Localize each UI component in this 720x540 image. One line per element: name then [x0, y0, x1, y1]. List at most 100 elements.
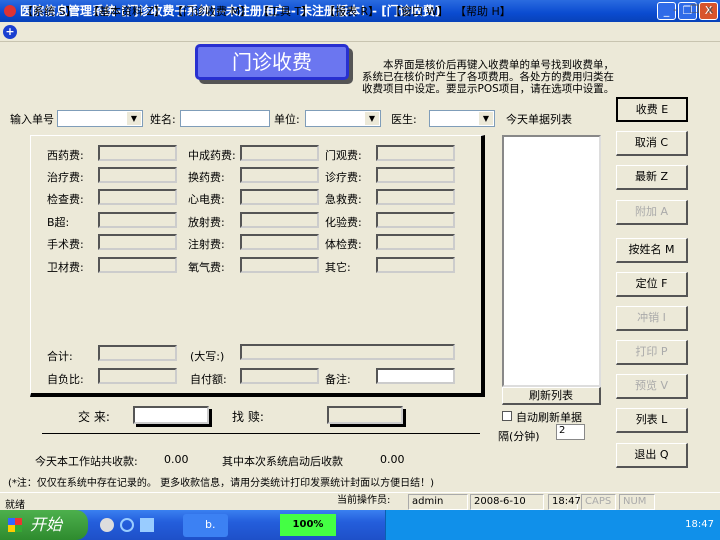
- menu-reports[interactable]: 【报表 R】: [324, 3, 379, 19]
- chevron-down-icon[interactable]: ▼: [127, 112, 141, 125]
- zoom-indicator[interactable]: 100%: [280, 514, 336, 536]
- fee-field: [240, 167, 319, 183]
- auto-refresh-checkbox[interactable]: [502, 411, 512, 421]
- fee-label: 放射费:: [188, 216, 225, 229]
- menu-basic-data[interactable]: 【基本资料 Z】: [88, 3, 165, 19]
- menu-help[interactable]: 【帮助 H】: [455, 3, 511, 19]
- fee-label: 换药费:: [188, 171, 225, 184]
- fee-field: [98, 145, 177, 161]
- mdi-restore-button[interactable]: ❐: [690, 3, 700, 16]
- total-label: 合计:: [47, 350, 73, 363]
- action-button[interactable]: 按姓名 M: [616, 238, 688, 263]
- action-button[interactable]: 列表 L: [616, 408, 688, 433]
- fee-field: [376, 257, 455, 273]
- name-input[interactable]: [180, 110, 270, 127]
- fee-label: B超:: [47, 216, 70, 229]
- media-player-icon[interactable]: [100, 518, 114, 532]
- capital-field: [240, 344, 455, 360]
- date-value: 2008-6-10: [470, 494, 544, 510]
- fee-label: 门观费:: [325, 149, 362, 162]
- fee-field: [98, 234, 177, 250]
- fee-field: [240, 145, 319, 161]
- fee-label: 其它:: [325, 261, 351, 274]
- fee-field: [376, 167, 455, 183]
- unit-combo[interactable]: ▼: [305, 110, 381, 127]
- windows-logo-icon: [8, 518, 22, 532]
- fee-field: [376, 145, 455, 161]
- remark-input[interactable]: [376, 368, 455, 384]
- today-total-label: 今天本工作站共收款:: [35, 455, 138, 468]
- fee-field: [98, 189, 177, 205]
- since-start-value: 0.00: [380, 453, 405, 466]
- action-button[interactable]: 取消 C: [616, 131, 688, 156]
- action-button[interactable]: 预览 V: [616, 374, 688, 399]
- action-button[interactable]: 定位 F: [616, 272, 688, 297]
- outlook-icon[interactable]: [140, 518, 154, 532]
- mdi-minimize-button[interactable]: -: [673, 3, 677, 16]
- ie-icon[interactable]: [120, 518, 134, 532]
- fee-label: 心电费:: [188, 193, 225, 206]
- chevron-down-icon[interactable]: ▼: [365, 112, 379, 125]
- self-pay-label: 自付额:: [190, 373, 227, 386]
- refresh-list-button[interactable]: 刷新列表: [502, 387, 601, 405]
- fee-field: [376, 212, 455, 228]
- auto-refresh-label: 自动刷新单据: [516, 411, 582, 424]
- fee-label: 卫材费:: [47, 261, 84, 274]
- fee-field: [240, 257, 319, 273]
- interval-input[interactable]: 2: [556, 424, 585, 440]
- menu-system[interactable]: 【系统 S】: [22, 3, 76, 19]
- num-indicator: NUM: [619, 494, 655, 510]
- fee-field: [240, 212, 319, 228]
- self-ratio-label: 自负比:: [47, 373, 84, 386]
- clock: 18:47: [685, 519, 714, 530]
- fee-label: 治疗费:: [47, 171, 84, 184]
- since-start-label: 其中本次系统启动后收款: [222, 455, 343, 468]
- name-label: 姓名:: [150, 113, 176, 126]
- fee-field: [98, 257, 177, 273]
- menu-tools[interactable]: 【工具 T】: [258, 3, 312, 19]
- action-button[interactable]: 退出 Q: [616, 443, 688, 468]
- action-button[interactable]: 最新 Z: [616, 165, 688, 190]
- menu-window[interactable]: 【窗口 W】: [390, 3, 448, 19]
- today-bill-list[interactable]: [502, 135, 601, 387]
- fee-label: 诊疗费:: [325, 171, 362, 184]
- unit-label: 单位:: [274, 113, 300, 126]
- menu-bar: [0, 22, 720, 42]
- action-button[interactable]: 打印 P: [616, 340, 688, 365]
- mdi-close-button[interactable]: x: [707, 3, 714, 16]
- doctor-label: 医生:: [391, 113, 417, 126]
- note-text: (*注：仅仅在系统中存在记录的。 更多收款信息，请用分类统计打印发票统计封面以方…: [8, 478, 434, 489]
- status-ready: 就绪: [5, 500, 25, 511]
- remark-label: 备注:: [325, 373, 351, 386]
- fee-label: 注射费:: [188, 238, 225, 251]
- system-tray: 18:47: [385, 510, 720, 540]
- received-label: 交 来:: [78, 410, 110, 424]
- fee-field: [376, 234, 455, 250]
- fee-label: 西药费:: [47, 149, 84, 162]
- today-list-label: 今天单据列表: [506, 113, 572, 126]
- fee-field: [98, 212, 177, 228]
- capital-label: (大写:): [190, 350, 225, 363]
- chevron-down-icon[interactable]: ▼: [479, 112, 493, 125]
- taskbar-app-button[interactable]: b.: [183, 514, 228, 537]
- fee-label: 化验费:: [325, 216, 362, 229]
- doctor-combo[interactable]: ▼: [429, 110, 495, 127]
- mdi-plus-icon[interactable]: +: [3, 25, 17, 39]
- change-label: 找 赎:: [232, 410, 264, 424]
- fee-field: [376, 189, 455, 205]
- action-button[interactable]: 附加 A: [616, 200, 688, 225]
- menu-outpatient-fee[interactable]: 【门诊收费 M】: [172, 3, 251, 19]
- fee-label: 检查费:: [47, 193, 84, 206]
- fee-label: 氧气费:: [188, 261, 225, 274]
- time-value: 18:47: [548, 494, 581, 510]
- caps-indicator: CAPS: [581, 494, 616, 510]
- total-field: [98, 345, 177, 361]
- fee-field: [240, 189, 319, 205]
- bill-no-label: 输入单号: [10, 113, 54, 126]
- received-input[interactable]: [133, 406, 209, 424]
- action-button[interactable]: 冲销 I: [616, 306, 688, 331]
- bill-no-combo[interactable]: ▼: [57, 110, 143, 127]
- self-pay-field: [240, 368, 319, 384]
- action-button[interactable]: 收费 E: [616, 97, 688, 122]
- operator-value: admin: [408, 494, 468, 510]
